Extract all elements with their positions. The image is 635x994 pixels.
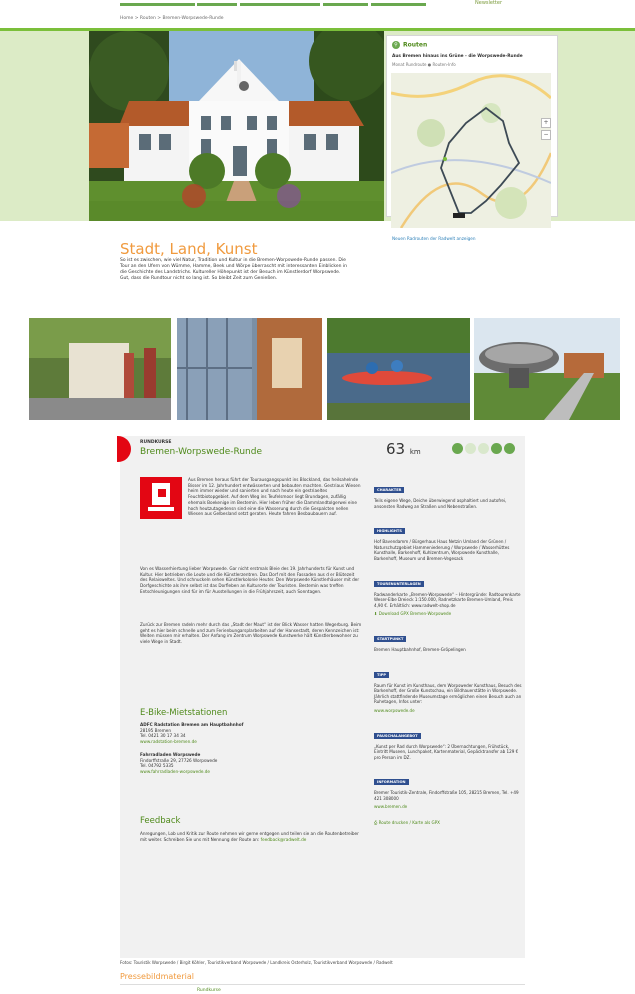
route-distance: 63 km: [386, 440, 421, 458]
route-description-2: Von es Wasserhiertung lieber Worpswede. …: [140, 566, 360, 594]
top-navigation: Newsletter: [0, 0, 635, 9]
nav-tab[interactable]: [323, 3, 368, 6]
route-description-3: Zurück zur Bremen radeln mehr durch das …: [140, 622, 362, 645]
difficulty-icon: [465, 443, 476, 454]
ebike-station-link[interactable]: www.fahrradladen-worpswede.de: [140, 769, 217, 775]
route-map[interactable]: + −: [390, 73, 553, 229]
bike-type-icon: [491, 443, 502, 454]
route-title: Bremen-Worpswede-Runde: [140, 447, 262, 457]
facts-block: STARTPUNKT Bremen Hauptbahnhof, Bremen-G…: [374, 635, 466, 652]
map-card-header: ⚲ Routen: [392, 41, 427, 49]
difficulty-icon: [452, 443, 463, 454]
nav-tab[interactable]: [120, 3, 195, 6]
gallery-photo-1[interactable]: [29, 318, 171, 420]
ebike-station: Fahrradladen Worpswede Findorffstraße 29…: [140, 752, 218, 775]
bike-type-icon: [504, 443, 515, 454]
facts-block: CHARAKTER Teils eigene Wege, Deiche über…: [374, 487, 507, 509]
facts-block: INFORMATION Bremer Touristik-Zentrale, F…: [374, 768, 522, 810]
nav-tab[interactable]: [240, 3, 320, 6]
route-logo-icon: [140, 477, 182, 519]
facts-block: HIGHLIGHTS Hof Bavendamm / Bürgerhaus Ha…: [374, 528, 510, 561]
ebike-station-link[interactable]: www.radstation-bremen.de: [140, 739, 243, 745]
feedback-text: Anregungen, Lob und Kritik zur Route neh…: [140, 831, 359, 842]
map-card-link[interactable]: Neuen Radrouten der Radwelt anzeigen: [392, 236, 476, 241]
press-section-title: Pressebildmaterial: [120, 972, 194, 981]
facts-block: PAUSCHALANGEBOT „Kunst per Rad durch Wor…: [374, 732, 519, 760]
nav-tab[interactable]: [371, 3, 426, 6]
facts-block: TIPP Raum für Kunst im Kunsthaus, dem Wo…: [374, 671, 522, 714]
print-route-button[interactable]: ⎙ Route drucken / Karte als GPX: [374, 820, 522, 826]
route-map-card: ⚲ Routen Aus Bremen hinaus ins Grüne - di…: [386, 35, 558, 241]
page-title: Stadt, Land, Kunst: [120, 240, 258, 258]
ebike-station: ADFC Radstation Bremen am Hauptbahnhof 2…: [140, 722, 244, 745]
gpx-download-link[interactable]: ⬇ Download GPX Bremen-Worpswede: [374, 611, 522, 617]
gallery-photo-2[interactable]: [177, 318, 322, 420]
map-zoom-in-button[interactable]: +: [541, 118, 551, 128]
press-subsection[interactable]: Rundkurse: [197, 988, 221, 993]
gallery-photo-3[interactable]: [327, 318, 470, 420]
route-facts-sidebar: CHARAKTER Teils eigene Wege, Deiche über…: [374, 476, 522, 826]
map-card-title: Aus Bremen hinaus ins Grüne - die Worpsw…: [392, 54, 523, 59]
difficulty-icon: [478, 443, 489, 454]
ebike-section-title: E-Bike-Mietstationen: [140, 708, 228, 718]
gallery-photo-4[interactable]: [474, 318, 620, 420]
route-category: RUNDKURSE: [140, 440, 172, 445]
newsletter-link[interactable]: Newsletter: [475, 0, 502, 6]
info-link[interactable]: www.bremen.de: [374, 804, 522, 810]
route-icon: ⚲: [392, 41, 400, 49]
feedback-section-title: Feedback: [140, 816, 181, 826]
facts-block: TOURENUNTERLAGEN Radwanderkarte „Bremen-…: [374, 580, 522, 617]
map-card-subtitle[interactable]: Monat Rundroute ● Routen-Info: [392, 62, 456, 67]
feedback-mail-link[interactable]: feedback@radwelt.de: [261, 837, 307, 842]
print-icon: ⎙: [374, 820, 378, 826]
hero-image: [89, 31, 384, 221]
map-zoom-out-button[interactable]: −: [541, 130, 551, 140]
breadcrumb[interactable]: Home > Routen > Bremen-Worpswede-Runde: [120, 16, 223, 21]
tip-link[interactable]: www.worpswede.de: [374, 708, 522, 714]
route-description: Aus Bremen heraus führt der Tourausgangs…: [188, 477, 361, 517]
nav-tab[interactable]: [197, 3, 237, 6]
photo-credits: Fotos: Touristik Worpswede / Birgit Köhl…: [120, 960, 393, 965]
divider: [120, 984, 525, 985]
intro-text: So ist es zwischen, wie viel Natur, Trad…: [120, 258, 347, 282]
